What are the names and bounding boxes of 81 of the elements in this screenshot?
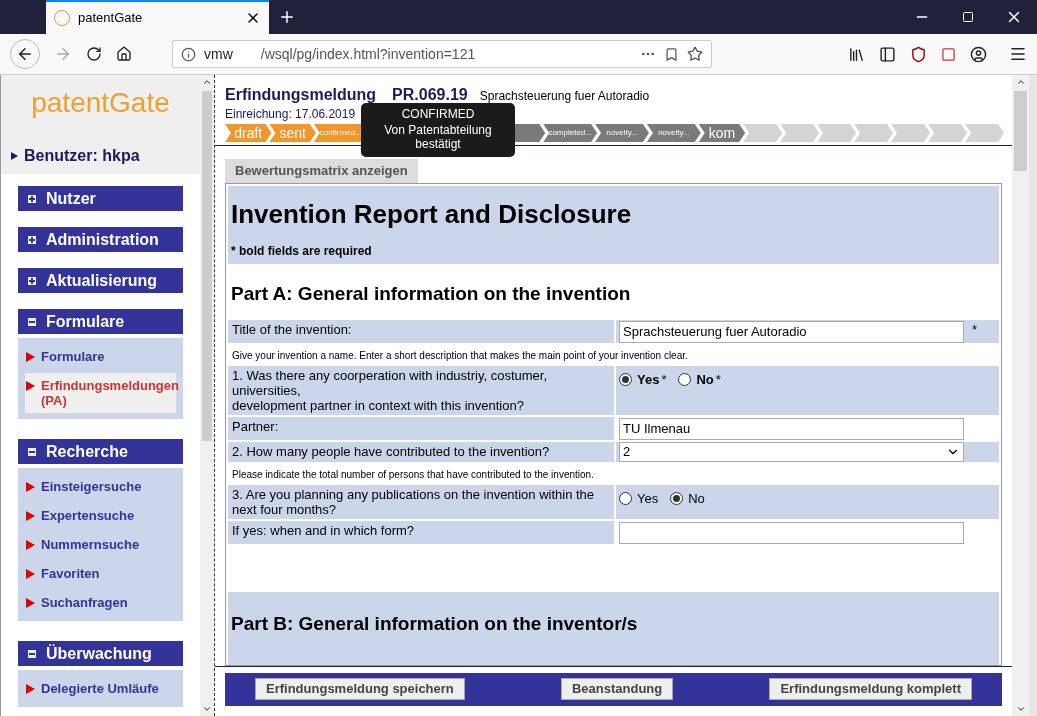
url-text: /wsql/pg/index.html?invention=121 xyxy=(260,44,476,64)
form-button[interactable]: Erfindungsmeldung komplett xyxy=(769,678,972,700)
report-number: PR.069.19 xyxy=(392,85,468,105)
menu-item[interactable]: Erfindungsmeldungen (PA) xyxy=(25,373,176,413)
new-tab-icon[interactable] xyxy=(278,8,296,26)
section-header[interactable]: Administration xyxy=(18,227,183,252)
page-title: Erfindungsmeldung xyxy=(225,85,377,105)
scroll-thumb[interactable] xyxy=(1014,91,1027,171)
field-label: 1. Was there any coorperation with industriy, costumer, universities, development partner in context with this invention? xyxy=(228,366,614,415)
scroll-down-icon[interactable] xyxy=(1015,704,1026,714)
menu-item[interactable]: Einsteigersuche xyxy=(25,474,176,499)
progress-step: sent xyxy=(269,124,316,142)
progress-step: novelty... xyxy=(595,124,649,142)
progress-step: completed... xyxy=(543,124,598,142)
text-field[interactable]: TU Ilmenau xyxy=(619,418,964,440)
progress-step: kom xyxy=(698,124,746,142)
required-mark: * xyxy=(715,371,721,389)
menu-item[interactable]: Expertensuche xyxy=(25,503,176,528)
radio-button[interactable] xyxy=(619,373,632,387)
field-label: 2. How many people have contributed to the invention? xyxy=(228,442,614,462)
form-title: Invention Report and Disclosure xyxy=(231,197,633,230)
submission-date: Einreichung: 17.06.2019 xyxy=(225,107,356,121)
field-label: Partner: xyxy=(228,417,614,440)
form-button[interactable]: Beanstandung xyxy=(560,678,674,700)
scroll-up-icon[interactable] xyxy=(202,77,212,87)
menu-item[interactable]: Favoriten xyxy=(25,561,176,586)
radio-button[interactable] xyxy=(670,492,684,506)
star-icon[interactable] xyxy=(687,46,703,62)
form-button[interactable]: Erfindungsmeldung speichern xyxy=(255,678,465,700)
pocket-icon[interactable] xyxy=(664,46,679,62)
address-bar[interactable]: vmw /wsql/pg/index.html?invention=121 xyxy=(172,40,712,68)
section-header[interactable]: Recherche xyxy=(18,439,183,464)
menu-icon[interactable] xyxy=(1009,45,1027,63)
menu-item[interactable]: Delegierte Umläufe xyxy=(25,676,176,701)
option-label: No xyxy=(688,490,705,508)
scroll-thumb[interactable] xyxy=(202,91,212,441)
field-label: Title of the invention: xyxy=(228,320,614,343)
text-field[interactable] xyxy=(619,522,964,544)
info-icon xyxy=(181,46,196,62)
menu-item[interactable]: Formulare xyxy=(25,344,176,369)
menu-item[interactable]: Suchanfragen xyxy=(25,590,176,615)
tooltip-title: CONFIRMED xyxy=(401,107,475,121)
required-mark: * xyxy=(661,371,667,389)
shield-icon[interactable] xyxy=(910,45,927,63)
select-field[interactable]: 2 xyxy=(619,442,964,462)
required-mark: * xyxy=(972,321,978,339)
logo: patentGate xyxy=(30,85,171,120)
home-icon[interactable] xyxy=(116,46,132,62)
field-label: 3. Are you planning any publications on the invention within the next four months? xyxy=(228,485,614,519)
progress-step: draft xyxy=(225,124,272,142)
section-header[interactable]: Aktualisierung xyxy=(18,268,183,293)
field-label: If yes: when and in which form? xyxy=(228,521,614,544)
section-header[interactable]: Formulare xyxy=(18,309,183,334)
scroll-up-icon[interactable] xyxy=(1015,77,1026,87)
section-header[interactable]: Nutzer xyxy=(18,186,183,211)
matrix-tab[interactable]: Bewertungsmatrix anzeigen xyxy=(225,159,418,183)
report-subject: Sprachsteuerung fuer Autoradio xyxy=(479,88,650,105)
url-text: vmw xyxy=(204,44,233,64)
section-heading: Part A: General information on the invention xyxy=(230,281,632,306)
extension-icon[interactable] xyxy=(941,46,956,62)
triangle-icon xyxy=(11,152,18,160)
scroll-down-icon[interactable] xyxy=(202,704,212,714)
radio-button[interactable] xyxy=(619,492,632,506)
menu-item[interactable]: Nummernsuche xyxy=(25,532,176,557)
required-note: * bold fields are required xyxy=(231,242,373,260)
user-label: Benutzer: hkpa xyxy=(24,146,140,166)
option-label: No xyxy=(696,371,714,389)
tooltip-text: Von Patentabteilung bestätigt xyxy=(383,123,493,151)
maximize-icon[interactable] xyxy=(962,11,974,23)
progress-step: novelty... xyxy=(646,124,701,142)
account-icon[interactable] xyxy=(970,45,987,63)
library-icon[interactable] xyxy=(848,45,865,63)
section-heading: Part B: General information on the inventor/s xyxy=(231,612,639,636)
radio-button[interactable] xyxy=(678,373,692,387)
reload-icon[interactable] xyxy=(86,46,102,62)
section-header[interactable]: Überwachung xyxy=(18,641,183,666)
text-field[interactable]: Sprachsteuerung fuer Autoradio xyxy=(619,321,964,343)
option-label: Yes xyxy=(637,371,660,389)
browser-tab[interactable]: patentGate xyxy=(46,0,269,34)
option-label: Yes xyxy=(637,490,659,508)
sidebar-icon[interactable] xyxy=(879,45,896,63)
